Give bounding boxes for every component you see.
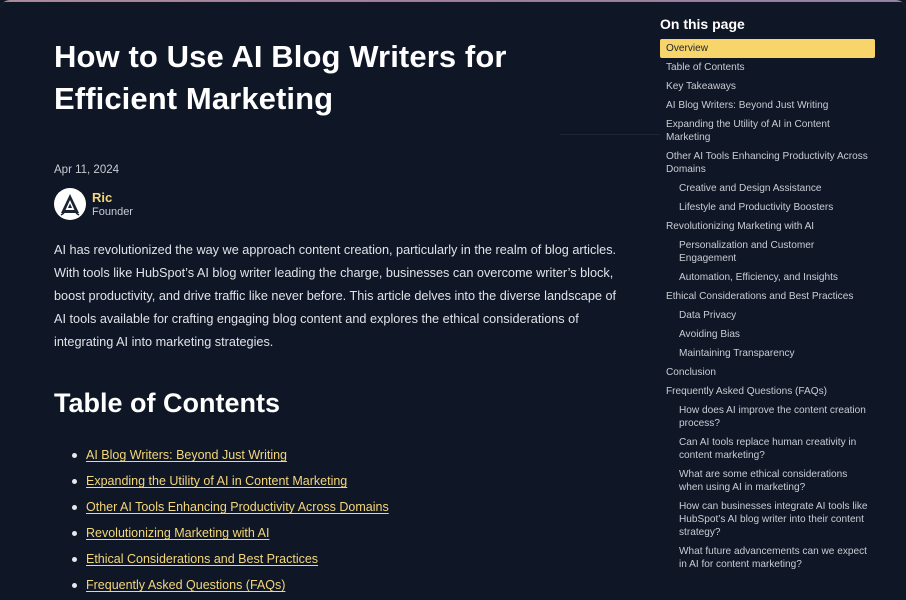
sidebar-item-faq-replace-creativity[interactable]: Can AI tools replace human creativity in… [660,433,875,465]
logo-triangle-icon [60,194,80,216]
toc-link-ethical-considerations[interactable]: Ethical Considerations and Best Practice… [86,552,318,566]
sidebar-item-faq-future[interactable]: What future advancements can we expect i… [660,542,875,574]
sidebar-item-ethical-considerations[interactable]: Ethical Considerations and Best Practice… [660,287,875,306]
sidebar-item-expanding-utility[interactable]: Expanding the Utility of AI in Content M… [660,115,875,147]
sidebar-item-ai-blog-writers[interactable]: AI Blog Writers: Beyond Just Writing [660,96,875,115]
sidebar-item-faq-content-creation[interactable]: How does AI improve the content creation… [660,401,875,433]
sidebar-item-maintaining-transparency[interactable]: Maintaining Transparency [660,344,875,363]
sidebar-item-data-privacy[interactable]: Data Privacy [660,306,875,325]
window-top-edge [0,0,906,2]
author-block: Ric Founder [54,188,634,220]
sidebar-item-faq-ethical[interactable]: What are some ethical considerations whe… [660,465,875,497]
list-item: Ethical Considerations and Best Practice… [70,546,634,572]
sidebar-item-conclusion[interactable]: Conclusion [660,363,875,382]
sidebar-title: On this page [660,16,745,32]
sidebar-item-other-ai-tools[interactable]: Other AI Tools Enhancing Productivity Ac… [660,147,875,179]
sidebar-item-table-of-contents[interactable]: Table of Contents [660,58,875,77]
list-item: Frequently Asked Questions (FAQs) [70,572,634,598]
sidebar-item-overview[interactable]: Overview [660,39,875,58]
toc-list: AI Blog Writers: Beyond Just Writing Exp… [54,442,634,598]
on-this-page-sidebar: On this page Overview Table of Contents … [660,16,875,574]
browser-viewport: How to Use AI Blog Writers for Efficient… [0,0,906,600]
sidebar-item-creative-design[interactable]: Creative and Design Assistance [660,179,875,198]
author-name[interactable]: Ric [92,190,133,205]
author-meta: Ric Founder [92,190,133,219]
article-title: How to Use AI Blog Writers for Efficient… [54,39,507,116]
sidebar-item-key-takeaways[interactable]: Key Takeaways [660,77,875,96]
toc-link-other-ai-tools[interactable]: Other AI Tools Enhancing Productivity Ac… [86,500,389,514]
sidebar-item-lifestyle-productivity[interactable]: Lifestyle and Productivity Boosters [660,198,875,217]
toc-heading: Table of Contents [54,388,280,418]
list-item: Revolutionizing Marketing with AI [70,520,634,546]
sidebar-item-automation[interactable]: Automation, Efficiency, and Insights [660,268,875,287]
sidebar-nav: Overview Table of Contents Key Takeaways… [660,39,875,574]
list-item: AI Blog Writers: Beyond Just Writing [70,442,634,468]
toc-link-faqs[interactable]: Frequently Asked Questions (FAQs) [86,578,285,592]
toc-link-ai-blog-writers[interactable]: AI Blog Writers: Beyond Just Writing [86,448,287,462]
toc-link-revolutionizing-marketing[interactable]: Revolutionizing Marketing with AI [86,526,269,540]
toc-link-expanding-utility[interactable]: Expanding the Utility of AI in Content M… [86,474,347,488]
intro-paragraph: AI has revolutionized the way we approac… [54,243,617,349]
sidebar-item-faqs[interactable]: Frequently Asked Questions (FAQs) [660,382,875,401]
sidebar-item-avoiding-bias[interactable]: Avoiding Bias [660,325,875,344]
publish-date: Apr 11, 2024 [54,164,120,176]
sidebar-item-revolutionizing-marketing[interactable]: Revolutionizing Marketing with AI [660,217,875,236]
list-item: Other AI Tools Enhancing Productivity Ac… [70,494,634,520]
sidebar-item-personalization[interactable]: Personalization and Customer Engagement [660,236,875,268]
list-item: Expanding the Utility of AI in Content M… [70,468,634,494]
avatar[interactable] [54,188,86,220]
sidebar-item-faq-integrate[interactable]: How can businesses integrate AI tools li… [660,497,875,542]
article-main: How to Use AI Blog Writers for Efficient… [54,36,634,598]
author-role: Founder [92,205,133,218]
